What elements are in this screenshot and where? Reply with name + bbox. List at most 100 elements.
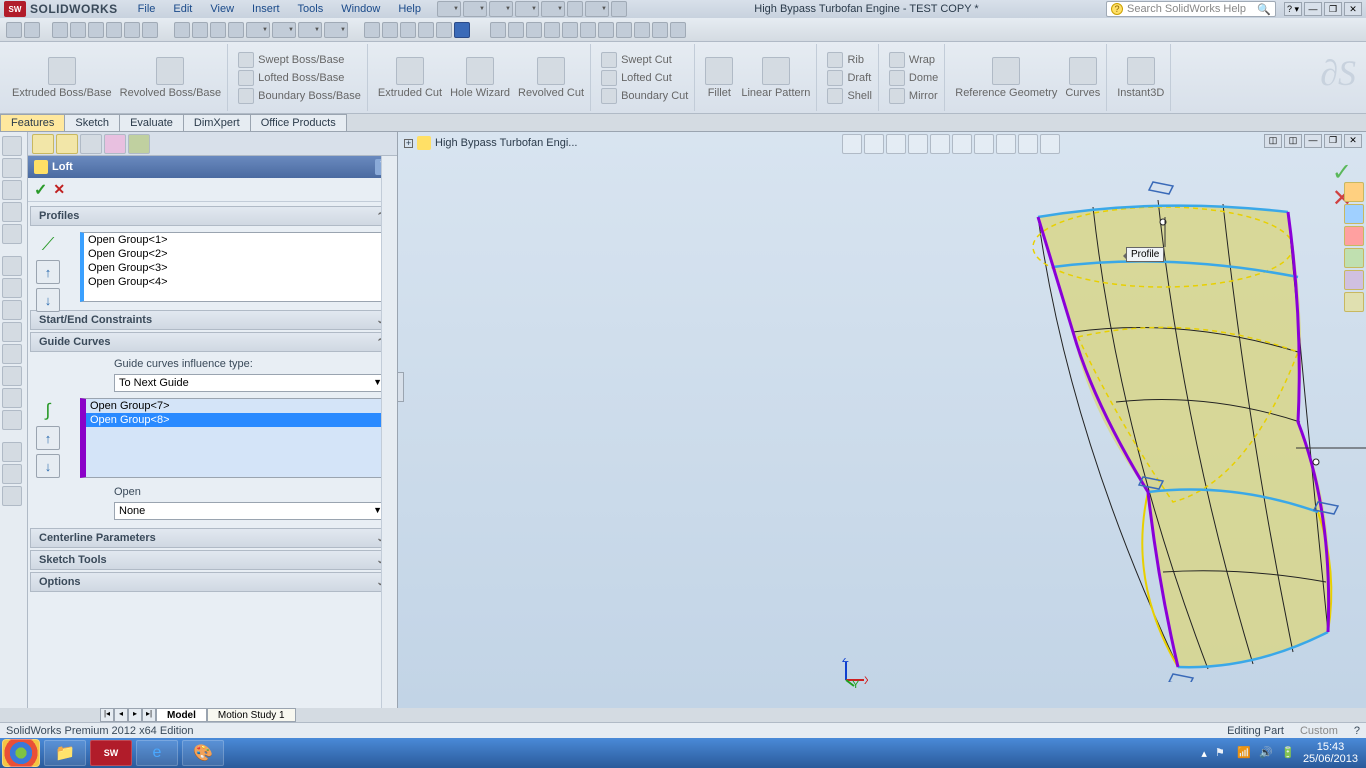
new-button[interactable] <box>437 1 461 17</box>
tb-icon[interactable] <box>88 22 104 38</box>
tray-expand-icon[interactable]: ▴ <box>1201 747 1207 760</box>
pm-scrollbar[interactable] <box>381 156 397 708</box>
tb-icon[interactable] <box>124 22 140 38</box>
rail-icon[interactable] <box>2 410 22 430</box>
start-button[interactable] <box>2 739 40 767</box>
vp-maximize-button[interactable]: ❐ <box>1324 134 1342 148</box>
rail-icon[interactable] <box>2 344 22 364</box>
rail-icon[interactable] <box>2 180 22 200</box>
tray-flag-icon[interactable]: ⚑ <box>1215 746 1229 760</box>
move-down-button[interactable]: ↓ <box>36 454 60 478</box>
sketch-tools-header[interactable]: Sketch Tools⌄ <box>30 550 393 570</box>
tab-scroll-prev[interactable]: ◂ <box>114 708 128 722</box>
curves-button[interactable]: Curves <box>1065 57 1100 99</box>
search-icon[interactable]: 🔍 <box>1257 3 1271 16</box>
tab-motion-study[interactable]: Motion Study 1 <box>207 708 296 722</box>
options-button[interactable] <box>611 1 627 17</box>
scene-button[interactable] <box>1018 134 1038 154</box>
menu-file[interactable]: File <box>130 2 164 16</box>
tb-icon[interactable] <box>228 22 244 38</box>
tab-features[interactable]: Features <box>0 114 65 131</box>
reference-geometry-button[interactable]: Reference Geometry <box>955 57 1057 99</box>
boundary-boss-button[interactable]: Boundary Boss/Base <box>238 87 361 105</box>
tb-icon[interactable] <box>436 22 452 38</box>
rib-button[interactable]: Rib <box>827 51 864 69</box>
menu-tools[interactable]: Tools <box>290 2 332 16</box>
rail-icon[interactable] <box>2 366 22 386</box>
list-item[interactable]: Open Group<2> <box>84 247 386 261</box>
start-end-constraints-header[interactable]: Start/End Constraints⌄ <box>30 310 393 330</box>
tb-icon[interactable] <box>382 22 398 38</box>
move-down-button[interactable]: ↓ <box>36 288 60 312</box>
display-style-button[interactable] <box>952 134 972 154</box>
pm-tab-dimxpert[interactable] <box>104 134 126 154</box>
undo-button[interactable] <box>541 1 565 17</box>
tb-icon[interactable] <box>6 22 22 38</box>
zoom-fit-button[interactable] <box>842 134 862 154</box>
maximize-button[interactable]: ❐ <box>1324 2 1342 16</box>
tb-icon[interactable] <box>106 22 122 38</box>
rail-icon[interactable] <box>2 158 22 178</box>
tray-volume-icon[interactable]: 🔊 <box>1259 746 1273 760</box>
tab-scroll-last[interactable]: ▸| <box>142 708 156 722</box>
shell-button[interactable]: Shell <box>827 87 871 105</box>
tb-icon[interactable] <box>142 22 158 38</box>
revolved-boss-button[interactable]: Revolved Boss/Base <box>120 57 222 99</box>
tb-icon[interactable] <box>508 22 524 38</box>
taskbar-paint[interactable]: 🎨 <box>182 740 224 766</box>
section-view-button[interactable] <box>908 134 928 154</box>
tb-icon[interactable] <box>324 22 348 38</box>
tb-icon[interactable] <box>580 22 596 38</box>
tb-icon[interactable] <box>598 22 614 38</box>
pm-tab-display[interactable] <box>128 134 150 154</box>
tb-icon-active[interactable] <box>454 22 470 38</box>
centerline-parameters-header[interactable]: Centerline Parameters⌄ <box>30 528 393 548</box>
tb-icon[interactable] <box>24 22 40 38</box>
hole-wizard-button[interactable]: Hole Wizard <box>450 57 510 99</box>
rail-icon[interactable] <box>2 278 22 298</box>
vp-close-button[interactable]: ✕ <box>1344 134 1362 148</box>
move-up-button[interactable]: ↑ <box>36 426 60 450</box>
rail-icon[interactable] <box>2 224 22 244</box>
swept-cut-button[interactable]: Swept Cut <box>601 51 672 69</box>
orientation-triad-icon[interactable]: Z X Y <box>838 658 868 688</box>
tab-scroll-first[interactable]: |◂ <box>100 708 114 722</box>
open-button[interactable] <box>463 1 487 17</box>
vp-tile-button[interactable]: ◫ <box>1284 134 1302 148</box>
pm-cancel-button[interactable]: ✕ <box>53 181 65 198</box>
dome-button[interactable]: Dome <box>889 69 938 87</box>
menu-insert[interactable]: Insert <box>244 2 288 16</box>
tab-sketch[interactable]: Sketch <box>64 114 120 131</box>
profile-callout[interactable]: Profile <box>1126 247 1164 262</box>
tab-office-products[interactable]: Office Products <box>250 114 347 131</box>
tb-icon[interactable] <box>544 22 560 38</box>
boundary-cut-button[interactable]: Boundary Cut <box>601 87 688 105</box>
move-up-button[interactable]: ↑ <box>36 260 60 284</box>
tab-model[interactable]: Model <box>156 708 207 722</box>
rail-icon[interactable] <box>2 322 22 342</box>
list-item[interactable]: Open Group<3> <box>84 261 386 275</box>
tb-icon[interactable] <box>670 22 686 38</box>
help-search[interactable]: ? Search SolidWorks Help 🔍 <box>1106 1 1276 17</box>
pm-tab-property-manager[interactable] <box>56 134 78 154</box>
tb-icon[interactable] <box>526 22 542 38</box>
lofted-cut-button[interactable]: Lofted Cut <box>601 69 672 87</box>
rail-icon[interactable] <box>2 464 22 484</box>
tray-network-icon[interactable]: 📶 <box>1237 746 1251 760</box>
panel-collapse-handle[interactable] <box>398 372 404 402</box>
menu-view[interactable]: View <box>202 2 242 16</box>
tab-evaluate[interactable]: Evaluate <box>119 114 184 131</box>
status-help-icon[interactable]: ? <box>1354 725 1360 737</box>
rail-icon[interactable] <box>2 202 22 222</box>
tb-icon[interactable] <box>70 22 86 38</box>
profile-direction-icon[interactable]: ⟋ <box>36 232 60 256</box>
tb-icon[interactable] <box>192 22 208 38</box>
list-item[interactable]: Open Group<7> <box>86 399 386 413</box>
tree-expand-icon[interactable]: + <box>404 139 413 148</box>
tb-icon[interactable] <box>298 22 322 38</box>
revolved-cut-button[interactable]: Revolved Cut <box>518 57 584 99</box>
extruded-cut-button[interactable]: Extruded Cut <box>378 57 442 99</box>
menu-window[interactable]: Window <box>333 2 388 16</box>
guide-direction-icon[interactable]: ∫ <box>36 398 60 422</box>
taskbar-explorer[interactable]: 📁 <box>44 740 86 766</box>
